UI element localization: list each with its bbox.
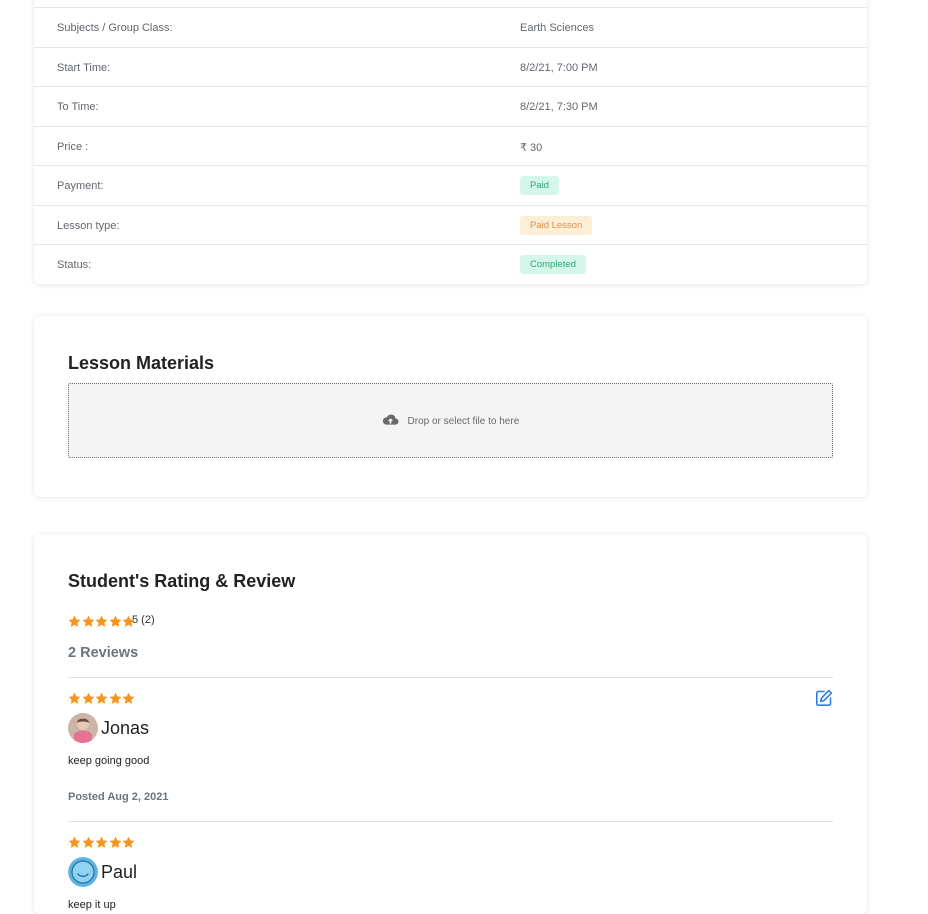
divider bbox=[68, 821, 833, 822]
rating-review-title: Student's Rating & Review bbox=[68, 571, 296, 591]
detail-label: To Time: bbox=[57, 101, 99, 113]
star-icon bbox=[122, 692, 135, 704]
star-icon bbox=[95, 836, 108, 848]
star-icon bbox=[82, 836, 94, 848]
lesson-materials-title: Lesson Materials bbox=[68, 353, 215, 373]
detail-row-lesson-type: Lesson type: Paid Lesson bbox=[34, 205, 867, 245]
avatar bbox=[68, 857, 98, 887]
star-icon bbox=[109, 615, 121, 627]
detail-value: 8/2/21, 7:00 PM bbox=[520, 62, 598, 74]
star-icon bbox=[109, 836, 121, 848]
star-icon bbox=[82, 692, 94, 704]
detail-label: Lesson type: bbox=[57, 220, 120, 232]
star-icon bbox=[68, 836, 81, 848]
detail-label: Status: bbox=[57, 259, 92, 271]
lesson-status-badge: Completed bbox=[520, 255, 586, 274]
star-icon bbox=[82, 615, 94, 627]
star-icon bbox=[95, 692, 108, 704]
lesson-type-badge: Paid Lesson bbox=[520, 216, 593, 235]
detail-label: Subjects / Group Class: bbox=[57, 22, 173, 34]
detail-label: Payment: bbox=[57, 180, 104, 192]
star-icon bbox=[122, 836, 135, 848]
lesson-details-card: Subjects / Group Class: Earth Sciences S… bbox=[34, 0, 867, 284]
detail-label: Start Time: bbox=[57, 62, 111, 74]
star-icon bbox=[95, 615, 108, 627]
detail-value: 8/2/21, 7:30 PM bbox=[520, 101, 598, 113]
reviewer-row: Jonas bbox=[68, 713, 149, 743]
avatar bbox=[68, 713, 98, 743]
star-icon bbox=[68, 692, 81, 704]
reviewer-row: Paul bbox=[68, 857, 137, 887]
star-icon bbox=[109, 692, 121, 704]
detail-row-start-time: Start Time: 8/2/21, 7:00 PM bbox=[34, 47, 867, 87]
divider bbox=[68, 677, 833, 678]
detail-row-subject: Subjects / Group Class: Earth Sciences bbox=[34, 7, 867, 47]
rating-review-card: Student's Rating & Review 5 (2) 2 Review… bbox=[34, 534, 867, 914]
file-dropzone[interactable]: Drop or select file to here bbox=[68, 383, 833, 458]
star-icon bbox=[68, 615, 81, 627]
payment-status-badge: Paid bbox=[520, 176, 560, 195]
overall-rating-stars bbox=[68, 615, 136, 628]
reviews-count: 2 Reviews bbox=[68, 645, 139, 661]
review-stars bbox=[68, 692, 136, 705]
review-text: keep it up bbox=[68, 899, 116, 911]
detail-row-payment: Payment: Paid bbox=[34, 165, 867, 205]
lesson-materials-card: Lesson Materials Drop or select file to … bbox=[34, 316, 867, 497]
reviewer-name: Paul bbox=[101, 861, 138, 882]
detail-value: Earth Sciences bbox=[520, 22, 594, 34]
detail-row-price: Price : ₹ 30 bbox=[34, 126, 867, 166]
dropzone-content: Drop or select file to here bbox=[69, 414, 832, 429]
reviewer-name: Jonas bbox=[101, 717, 150, 738]
dropzone-text: Drop or select file to here bbox=[407, 416, 520, 428]
cloud-upload-icon bbox=[382, 414, 399, 429]
review-stars bbox=[68, 836, 136, 849]
detail-row-status: Status: Completed bbox=[34, 244, 867, 284]
detail-row-to-time: To Time: 8/2/21, 7:30 PM bbox=[34, 86, 867, 126]
detail-value: ₹ 30 bbox=[520, 142, 543, 154]
detail-label: Price : bbox=[57, 141, 89, 153]
edit-review-icon[interactable] bbox=[815, 689, 833, 707]
review-date: Posted Aug 2, 2021 bbox=[68, 791, 169, 803]
rating-summary: 5 (2) bbox=[132, 614, 155, 626]
review-text: keep going good bbox=[68, 755, 150, 767]
